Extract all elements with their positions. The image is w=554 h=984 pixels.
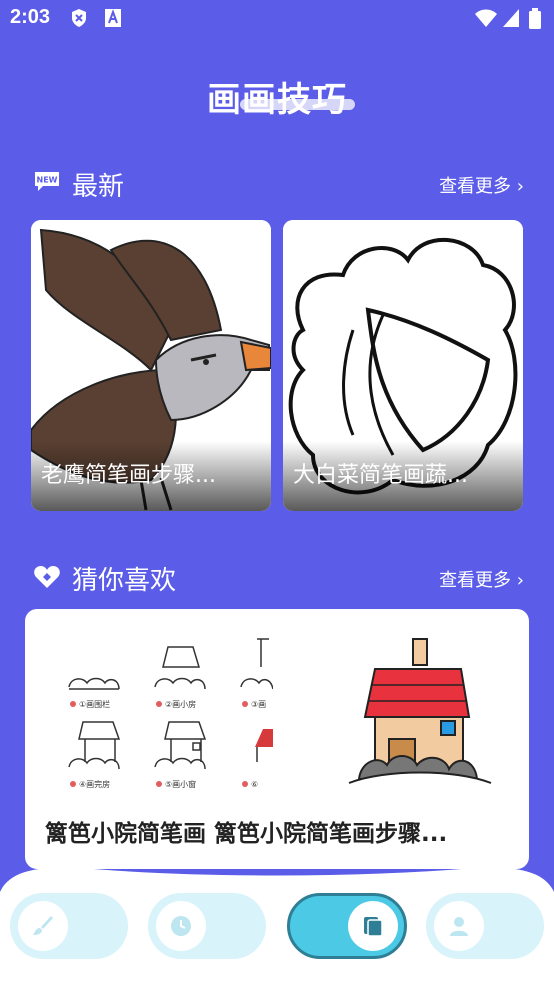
nav-icon-circle [348,901,398,951]
fence-yard-house-drawing [348,638,492,784]
app-notification-icon [105,9,121,27]
latest-card-cabbage[interactable]: 大白菜简笔画蔬... [283,220,523,511]
guess-see-more-label: 查看更多 [439,570,512,591]
latest-see-more-label: 查看更多 [439,176,512,197]
nav-item-profile[interactable] [426,893,544,959]
wifi-icon [475,9,497,27]
step-label: ②画小房 [165,699,196,709]
chevron-right-icon: › [516,176,524,197]
user-icon [450,917,468,936]
guess-section-header: 猜你喜欢 查看更多 › [0,560,554,600]
guess-section-title: 猜你喜欢 [72,566,177,596]
shield-icon [72,9,86,27]
chevron-right-icon: › [516,570,524,591]
nav-item-draw[interactable] [10,893,128,959]
fence-yard-steps-drawing: ①画围栏 ②画小房 ③画 ④画完房 ⑤画小窗 ⑥ [43,627,273,795]
clock-icon [171,916,191,936]
card-title: 大白菜简笔画蔬... [293,463,468,488]
book-icon [364,917,383,937]
nav-item-tips[interactable] [287,893,407,959]
card-caption: 大白菜简笔画蔬... [283,441,523,511]
step-label: ⑤画小窗 [165,779,196,789]
step-label: ④画完房 [79,779,110,789]
step-label: ③画 [251,700,266,709]
status-bar: 2:03 [0,0,554,36]
guess-card-fence-yard[interactable]: ①画围栏 ②画小房 ③画 ④画完房 ⑤画小窗 ⑥ 篱笆小院简笔画 篱笆小院简笔画… [25,609,529,869]
new-badge-text: NEW [37,176,58,185]
step-label: ⑥ [251,780,258,789]
status-time: 2:03 [10,6,51,28]
brush-icon [33,916,53,935]
nav-icon-circle [434,901,484,951]
guess-card-title: 篱笆小院简笔画 篱笆小院简笔画步骤... [45,821,448,847]
signal-icon [503,9,519,27]
nav-icon-circle [156,901,206,951]
heart-icon [34,566,60,588]
card-caption: 老鹰简笔画步骤... [31,441,271,511]
latest-see-more-link[interactable]: 查看更多 › [439,172,524,198]
card-title: 老鹰简笔画步骤... [41,463,216,488]
latest-card-eagle[interactable]: 老鹰简笔画步骤... [31,220,271,511]
nav-icon-circle [18,901,68,951]
nav-item-history[interactable] [148,893,266,959]
battery-icon [529,8,541,29]
new-badge-icon: NEW [35,172,59,191]
page-title: 画画技巧 [207,80,347,120]
latest-section-title: 最新 [72,172,125,202]
latest-section-header: NEW 最新 查看更多 › [0,166,554,206]
step-label: ①画围栏 [79,699,110,709]
guess-see-more-link[interactable]: 查看更多 › [439,566,524,592]
